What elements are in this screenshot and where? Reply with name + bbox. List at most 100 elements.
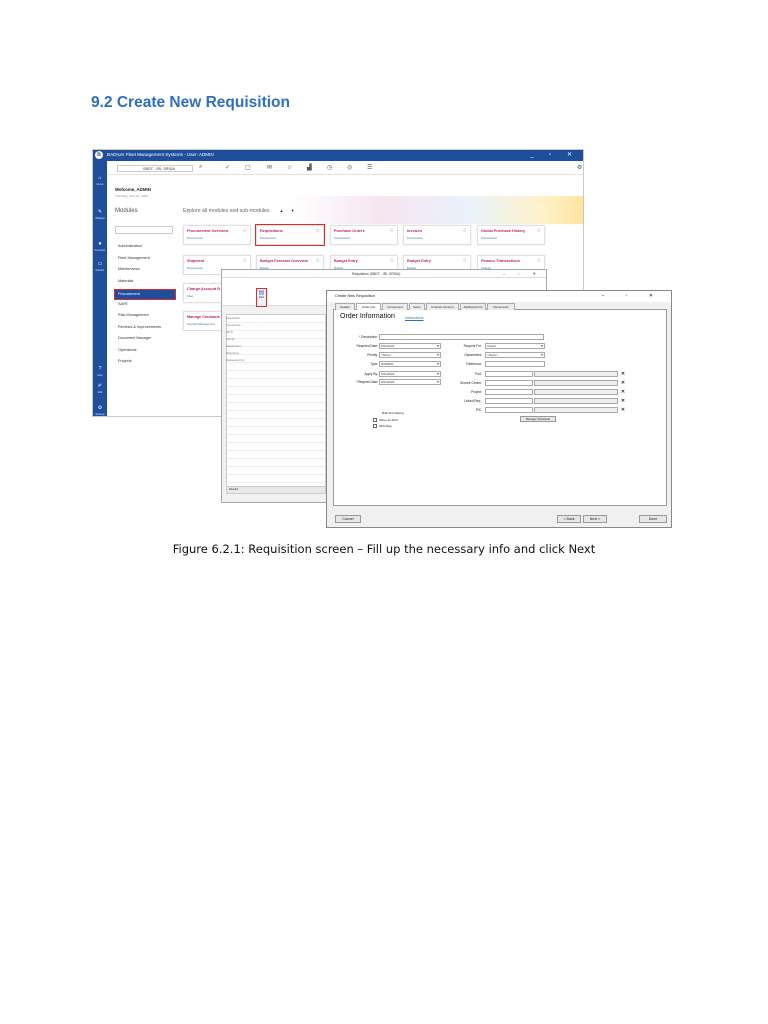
grid-row[interactable]	[227, 459, 325, 467]
right-b-0-field[interactable]	[485, 371, 533, 377]
grid-row[interactable]	[227, 379, 325, 387]
module-card[interactable]: Global Purchase History Procurement ☆	[477, 225, 545, 245]
favorite-star-icon[interactable]: ☆	[463, 258, 467, 264]
module-card[interactable]: Requisitions Procurement ☆	[255, 224, 325, 246]
tab-items[interactable]: Items	[409, 303, 425, 310]
window-controls[interactable]: _ ▫ ✕	[530, 151, 579, 158]
grid-row[interactable]	[227, 475, 325, 483]
back-button[interactable]: < Back	[557, 515, 581, 523]
left-4-field[interactable]: 6/21/2022	[379, 371, 441, 377]
lookup-field[interactable]	[534, 371, 618, 377]
favorite-star-icon[interactable]: ☆	[537, 258, 541, 264]
favorite-star-icon[interactable]: ☆	[316, 228, 320, 234]
scroll-arrows[interactable]: ▲ ▼	[280, 208, 298, 213]
grid-row[interactable]	[227, 395, 325, 403]
clear-icon[interactable]: ✕	[620, 380, 626, 386]
grid-row[interactable]	[227, 435, 325, 443]
next-button[interactable]: Next >	[583, 515, 607, 523]
favorite-star-icon[interactable]: ☆	[390, 228, 394, 234]
module-card[interactable]: Invoices Procurement ☆	[403, 225, 471, 245]
lookup-field[interactable]	[534, 389, 618, 395]
sidebar-edit-icon[interactable]: ✐	[95, 383, 105, 389]
module-item[interactable]: Reviews & Improvements	[117, 325, 175, 337]
vessel-selector[interactable]: SBDT - IRL SRIDA	[117, 165, 193, 172]
grid-row[interactable]	[227, 451, 325, 459]
sidebar-monitor-icon[interactable]: ▭	[95, 261, 105, 267]
module-item[interactable]: Risk Management	[117, 313, 175, 325]
grid-row[interactable]	[227, 363, 325, 371]
module-card[interactable]: Purchase Orders Procurement ☆	[330, 225, 398, 245]
new-requisition-button[interactable]: ▤ New	[256, 288, 267, 307]
list-icon[interactable]: ☰	[367, 164, 372, 171]
module-item[interactable]: Materials	[117, 279, 175, 291]
grid-row[interactable]	[227, 403, 325, 411]
clear-icon[interactable]: ✕	[620, 371, 626, 377]
sidebar-widgets-icon[interactable]: ✎	[95, 209, 105, 215]
favorite-star-icon[interactable]: ☆	[316, 258, 320, 264]
tab-documents[interactable]: Documents	[487, 303, 515, 310]
left-1-field[interactable]: 6/21/2022	[379, 343, 441, 349]
sidebar-help-icon[interactable]: ?	[95, 366, 105, 372]
lookup-field[interactable]	[534, 398, 618, 404]
grid-row[interactable]	[227, 411, 325, 419]
favorite-star-icon[interactable]: ☆	[463, 228, 467, 234]
clear-icon[interactable]: ✕	[620, 389, 626, 395]
checkbox[interactable]	[373, 418, 377, 422]
record-navigator[interactable]: Record	[226, 486, 326, 494]
check-icon[interactable]: ✓	[225, 164, 230, 171]
tab-header[interactable]: Header	[335, 303, 355, 310]
right-b-1-field[interactable]	[485, 380, 533, 386]
right-b-3-field[interactable]	[485, 398, 533, 404]
chart-icon[interactable]: ▟	[307, 164, 312, 171]
left-2-field[interactable]: <None>	[379, 352, 441, 358]
favorite-star-icon[interactable]: ☆	[537, 228, 541, 234]
search-icon[interactable]: ⌕	[199, 164, 202, 171]
done-button[interactable]: Done	[639, 515, 667, 523]
module-item[interactable]: Document Manager	[117, 336, 175, 348]
lookup-field[interactable]	[534, 380, 618, 386]
module-item[interactable]: Operations	[117, 348, 175, 360]
checkbox[interactable]	[373, 423, 377, 428]
module-item[interactable]: SAFE	[117, 302, 175, 314]
globe-icon[interactable]: ◎	[347, 164, 352, 171]
window-controls[interactable]: – ▫ ✕	[601, 293, 663, 299]
mail-icon[interactable]: ✉	[267, 164, 272, 171]
tab-component[interactable]: Component	[382, 303, 408, 310]
module-item[interactable]: Procurement	[114, 289, 176, 300]
favorite-star-icon[interactable]: ☆	[390, 258, 394, 264]
star-icon[interactable]: ☆	[287, 164, 292, 171]
grid-row[interactable]	[227, 371, 325, 379]
clear-icon[interactable]: ✕	[620, 398, 626, 404]
module-item[interactable]: Administration	[117, 244, 175, 256]
grid-row[interactable]	[227, 387, 325, 395]
left-0-field[interactable]	[379, 334, 544, 340]
right-b-4-field[interactable]	[485, 407, 533, 413]
right-a-1-field[interactable]: <None>	[485, 352, 545, 358]
module-item[interactable]: Maintenance	[117, 267, 175, 279]
grid-row[interactable]	[227, 443, 325, 451]
sidebar-home-icon[interactable]: ⌂	[95, 175, 105, 181]
grid-row[interactable]	[227, 315, 325, 323]
right-a-0-field[interactable]: Vessel	[485, 343, 545, 349]
left-3-field[interactable]: NORMAL	[379, 361, 441, 367]
left-5-field[interactable]: 6/21/2022	[379, 379, 441, 385]
window-controls[interactable]: – ▫ ✕	[503, 271, 542, 276]
grid-row[interactable]	[227, 339, 325, 347]
sidebar-favorites-icon[interactable]: ★	[95, 241, 105, 247]
grid-row[interactable]	[227, 427, 325, 435]
grid-row[interactable]	[227, 331, 325, 339]
tab-finance-account[interactable]: Finance Account	[426, 303, 459, 310]
grid-row[interactable]	[227, 347, 325, 355]
tab-additional-info[interactable]: Additional Info	[460, 303, 486, 310]
cancel-button[interactable]: Cancel	[335, 515, 361, 523]
sidebar-settings-icon[interactable]: ⚙	[95, 405, 105, 411]
chat-icon[interactable]: ▢	[245, 164, 251, 171]
lookup-field[interactable]	[534, 407, 618, 413]
grid-row[interactable]	[227, 467, 325, 475]
favorite-star-icon[interactable]: ☆	[243, 228, 247, 234]
settings-icon[interactable]: ⚙	[577, 164, 582, 171]
clock-icon[interactable]: ◷	[327, 164, 332, 171]
module-search-input[interactable]	[115, 226, 173, 234]
manage-schedule-button[interactable]: Manage Schedule	[520, 416, 556, 422]
module-item[interactable]: Projects	[117, 359, 175, 371]
